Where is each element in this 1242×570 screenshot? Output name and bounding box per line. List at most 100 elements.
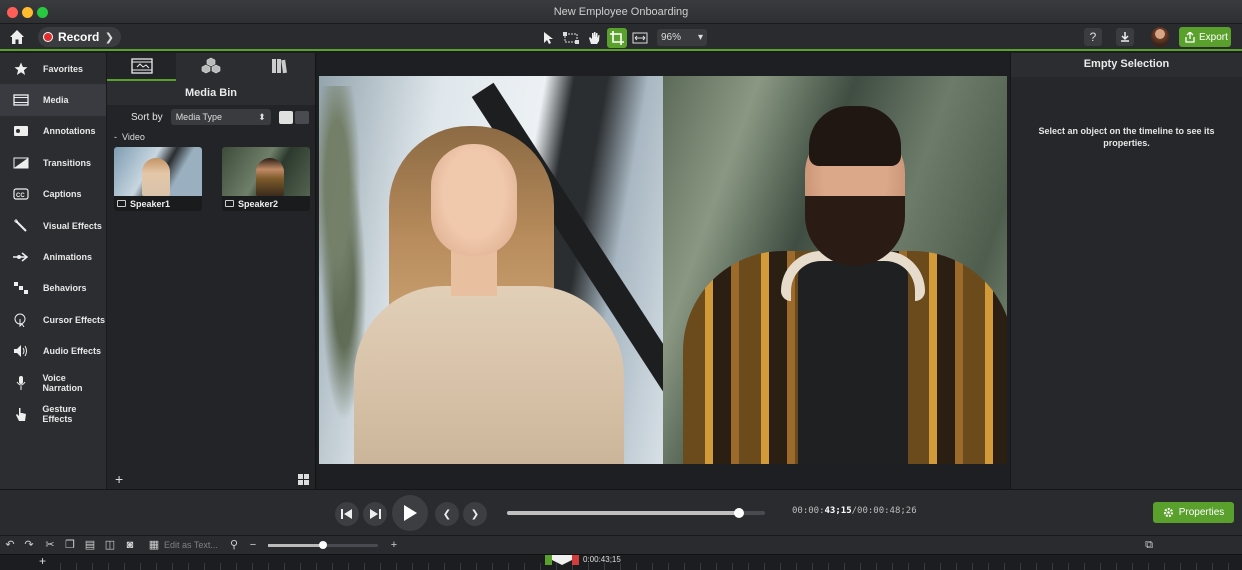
avatar[interactable]	[1151, 27, 1169, 47]
previous-marker-icon[interactable]: ❮	[435, 502, 459, 526]
detail-view-icon[interactable]	[294, 110, 309, 124]
timeline-zoom-slider[interactable]	[268, 541, 378, 549]
sidebar-item-behaviors[interactable]: Behaviors	[0, 273, 106, 304]
edit-path-icon[interactable]	[561, 28, 581, 48]
sidebar-item-cursor-effects[interactable]: Cursor Effects	[0, 304, 106, 335]
arrow-icon	[13, 250, 29, 264]
sort-dropdown[interactable]: Media Type ⬍	[170, 109, 271, 125]
canvas-tools: 96% ▾	[538, 27, 707, 48]
zoom-dropdown[interactable]: 96% ▾	[657, 29, 707, 46]
zoom-slider-handle[interactable]	[319, 541, 327, 549]
media-group-header[interactable]: - Video	[107, 129, 315, 145]
add-track-button[interactable]: +	[39, 554, 46, 568]
media-tabs	[107, 53, 315, 81]
properties-panel: Empty Selection Select an object on the …	[1010, 53, 1242, 489]
sidebar-item-favorites[interactable]: Favorites	[0, 53, 106, 84]
properties-button[interactable]: Properties	[1153, 502, 1234, 523]
timeline-toolbar: ↶ ↷ ✂ ❐ ▤ ◫ ◙ ▦ Edit as Text... ⚲ − + ⧉	[0, 535, 1242, 554]
title-bar: New Employee Onboarding	[0, 0, 1242, 24]
detach-timeline-icon[interactable]: ⧉	[1143, 539, 1155, 551]
view-toggle	[278, 110, 309, 124]
help-button[interactable]: ?	[1084, 28, 1102, 46]
sidebar-item-media[interactable]: Media	[0, 84, 106, 116]
list-view-icon[interactable]	[278, 110, 293, 124]
scrubber-handle[interactable]	[734, 508, 745, 518]
sidebar-item-transitions[interactable]: Transitions	[0, 147, 106, 178]
playhead-marker[interactable]	[552, 555, 572, 565]
record-button[interactable]: Record ❯	[38, 27, 121, 47]
cut-icon[interactable]: ✂	[44, 539, 56, 551]
tab-library[interactable]	[176, 53, 245, 81]
media-item-speaker2[interactable]: Speaker2	[222, 147, 310, 211]
time-total: /00:00:48;26	[851, 506, 917, 516]
edit-as-text-button[interactable]: Edit as Text...	[164, 540, 218, 550]
add-media-button[interactable]: +	[115, 471, 123, 487]
sidebar-item-voice-narration[interactable]: Voice Narration	[0, 367, 106, 398]
speaker2-video[interactable]	[663, 76, 1007, 464]
fit-canvas-icon[interactable]	[630, 28, 650, 48]
sidebar-item-label: Cursor Effects	[43, 314, 106, 325]
books-icon	[272, 59, 288, 74]
sidebar-item-label: Behaviors	[43, 283, 87, 294]
undo-icon[interactable]: ↶	[4, 539, 16, 551]
empty-selection-message: Select an object on the timeline to see …	[1038, 126, 1215, 148]
media-item-label: Speaker1	[114, 196, 202, 211]
sidebar-item-label: Captions	[43, 189, 82, 200]
media-item-speaker1[interactable]: Speaker1	[114, 147, 202, 211]
properties-title: Empty Selection	[1011, 53, 1242, 77]
speaker-icon	[13, 344, 29, 358]
video-clip-icon	[117, 200, 126, 207]
sidebar-item-animations[interactable]: Animations	[0, 241, 106, 272]
svg-text:CC: CC	[16, 193, 25, 199]
sidebar-item-label: Audio Effects	[43, 346, 102, 357]
media-thumbnails: Speaker1 Speaker2	[107, 145, 315, 211]
sidebar-item-label: Media	[43, 95, 69, 106]
sidebar-item-gesture-effects[interactable]: Gesture Effects	[0, 398, 106, 429]
tab-media-bin[interactable]	[107, 53, 177, 81]
tab-assets[interactable]	[246, 53, 315, 81]
zoom-out-icon[interactable]: −	[247, 539, 259, 551]
cursor-icon	[13, 313, 29, 327]
sidebar-item-captions[interactable]: CC Captions	[0, 179, 106, 210]
split-icon[interactable]: ◫	[104, 539, 116, 551]
play-button[interactable]	[392, 495, 428, 531]
crop-icon[interactable]	[607, 27, 627, 48]
thumbnail-image	[222, 147, 310, 196]
transition-icon	[13, 156, 29, 170]
home-icon[interactable]	[9, 29, 25, 45]
copy-icon[interactable]: ❐	[64, 539, 76, 551]
timeline[interactable]: + 0:00:43;15	[0, 554, 1242, 570]
step-forward-icon[interactable]	[363, 502, 387, 526]
video-canvas[interactable]	[319, 76, 1007, 464]
speaker1-video[interactable]	[319, 76, 663, 464]
zoom-in-icon[interactable]: +	[388, 539, 400, 551]
media-bin-title: Media Bin	[107, 81, 315, 105]
select-arrow-icon[interactable]	[538, 28, 558, 48]
step-back-icon[interactable]	[335, 502, 359, 526]
media-bin-footer: +	[107, 469, 317, 489]
media-group-label: Video	[122, 132, 145, 142]
sidebar-item-label: Annotations	[43, 126, 96, 137]
playback-bar: ❮ ❯ 00:00:43;15/00:00:48;26 Properties	[0, 489, 1242, 535]
sidebar-item-audio-effects[interactable]: Audio Effects	[0, 336, 106, 367]
timecode: 00:00:43;15/00:00:48;26	[792, 506, 917, 516]
sidebar-item-annotations[interactable]: Annotations	[0, 116, 106, 147]
playhead[interactable]	[545, 555, 579, 565]
paste-icon[interactable]: ▤	[84, 539, 96, 551]
redo-icon[interactable]: ↷	[23, 539, 35, 551]
play-icon	[404, 505, 417, 521]
timeline-ruler[interactable]	[60, 563, 1242, 570]
export-button[interactable]: Export	[1179, 27, 1231, 47]
download-icon[interactable]	[1116, 28, 1134, 46]
next-marker-icon[interactable]: ❯	[463, 502, 487, 526]
sidebar-item-visual-effects[interactable]: Visual Effects	[0, 210, 106, 241]
media-item-name: Speaker1	[130, 198, 171, 209]
playhead-time: 0:00:43;15	[583, 555, 621, 564]
grid-view-icon[interactable]	[298, 473, 309, 485]
pan-hand-icon[interactable]	[584, 28, 604, 48]
snapshot-camera-icon[interactable]: ◙	[124, 539, 136, 551]
sidebar-item-label: Animations	[43, 252, 93, 263]
playback-scrubber[interactable]	[507, 508, 765, 518]
playhead-end-handle[interactable]	[572, 555, 579, 565]
playhead-start-handle[interactable]	[545, 555, 552, 565]
